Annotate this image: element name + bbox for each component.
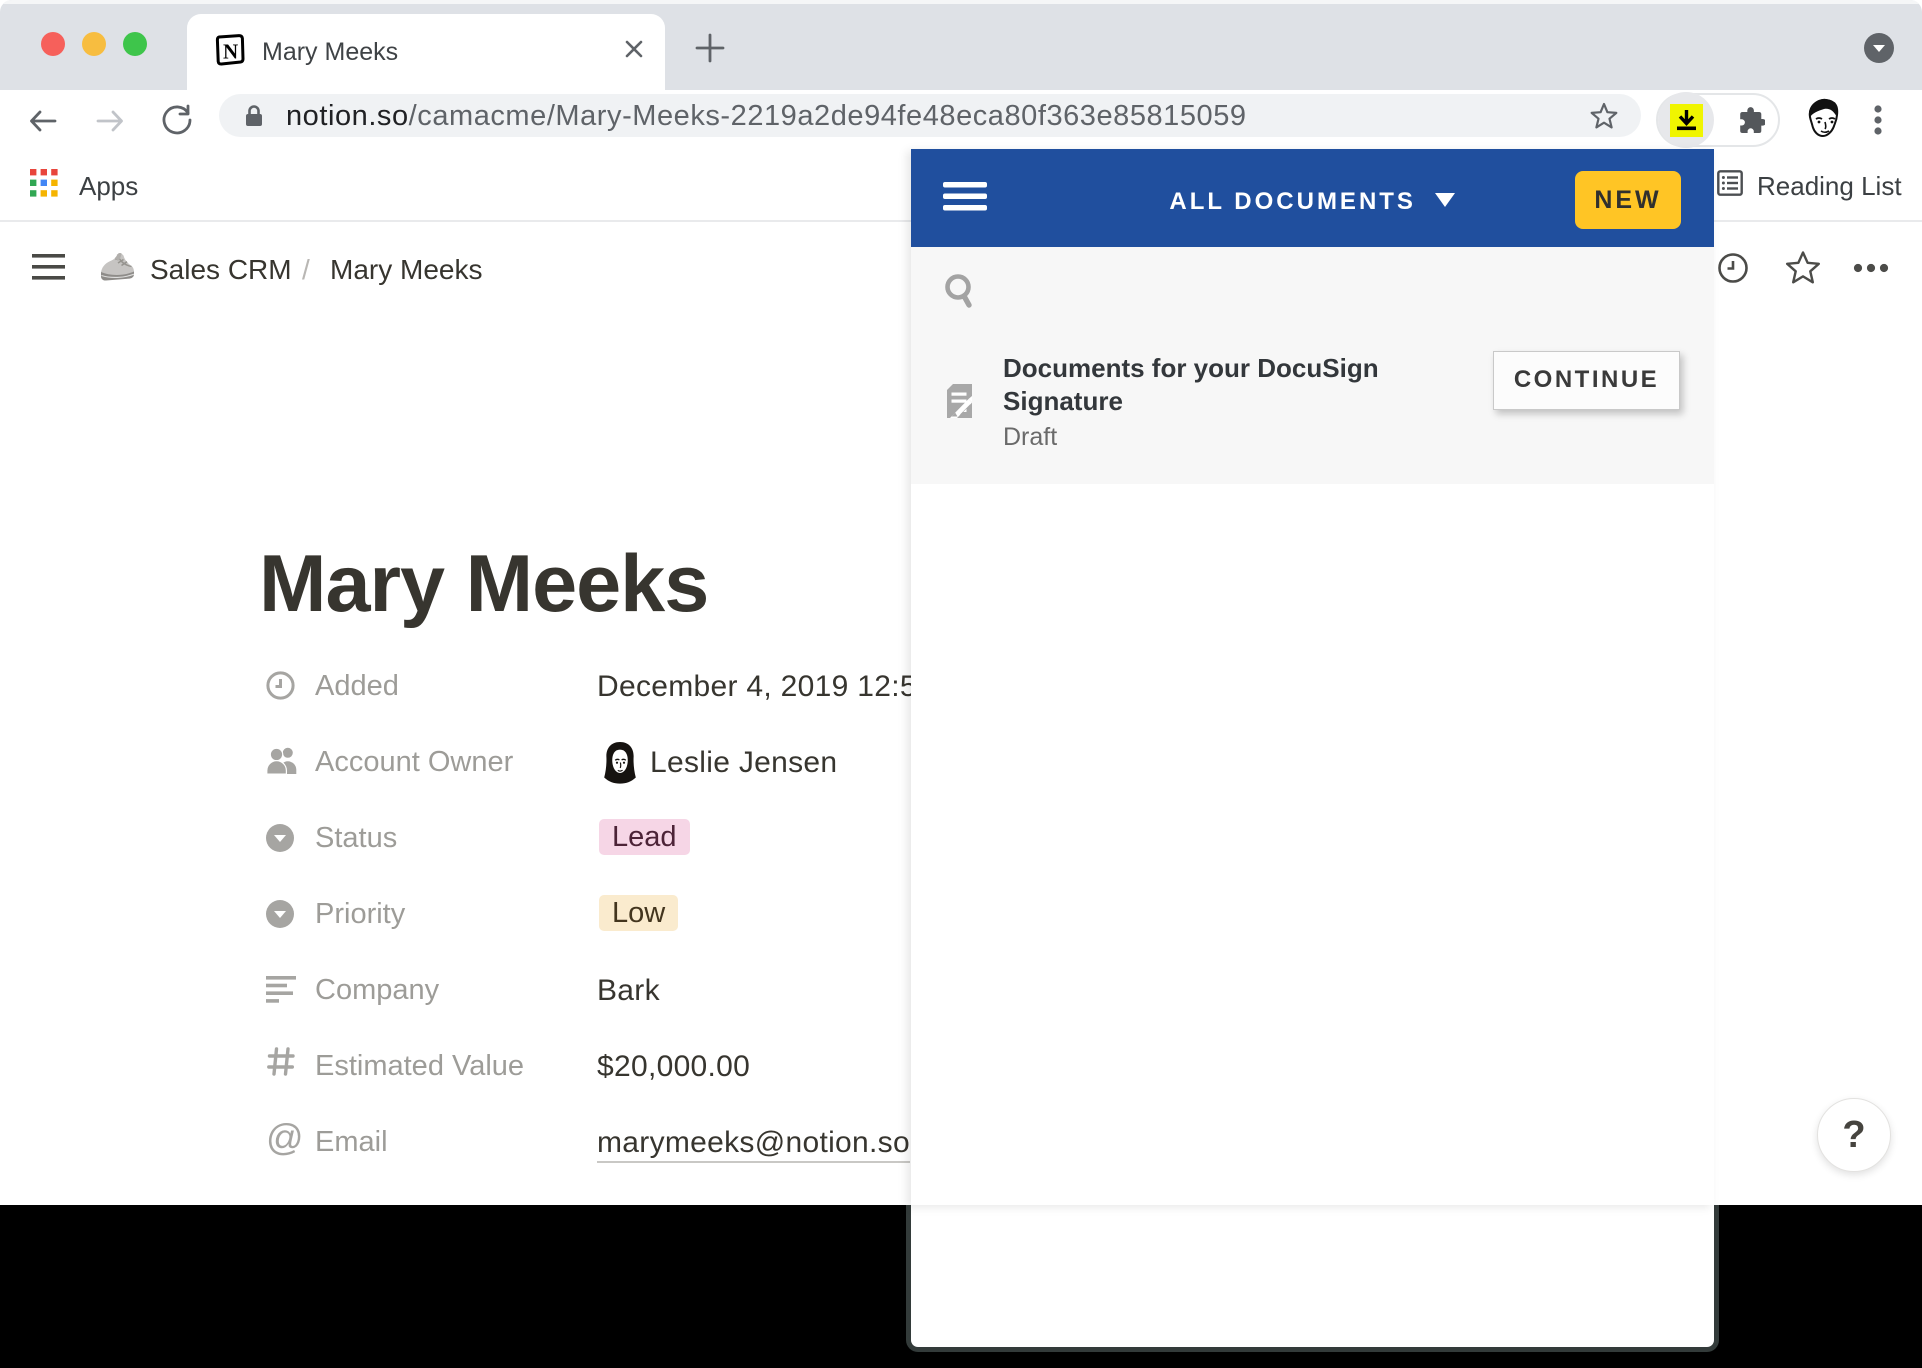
svg-text:N: N — [223, 40, 238, 64]
